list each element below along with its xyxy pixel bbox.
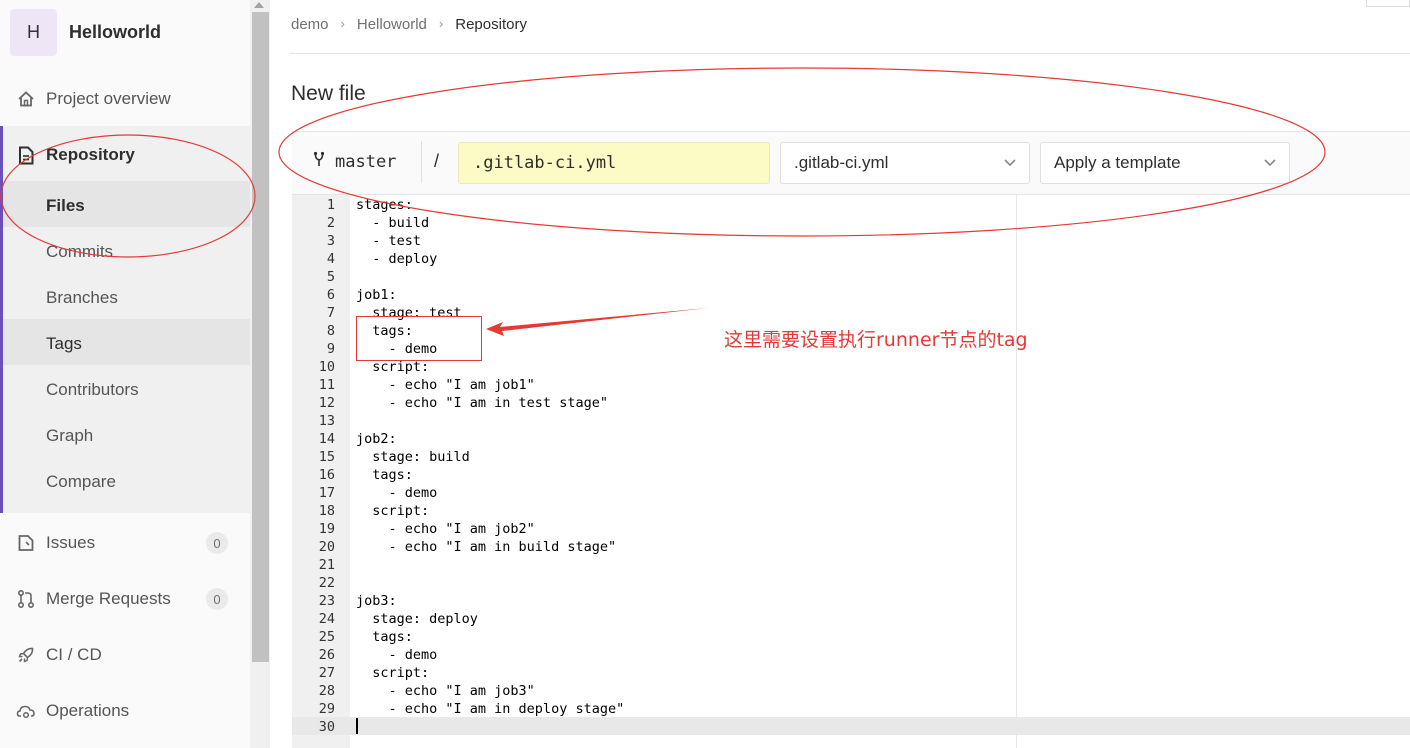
annotation-arrow-icon	[486, 308, 708, 336]
annotation-ellipse-file-bar	[278, 67, 1326, 237]
annotation-ellipse-repository	[0, 134, 256, 258]
annotation-note: 这里需要设置执行runner节点的tag	[724, 329, 1028, 351]
annotation-box-tags	[356, 316, 482, 361]
annotation-overlay	[0, 67, 1326, 336]
